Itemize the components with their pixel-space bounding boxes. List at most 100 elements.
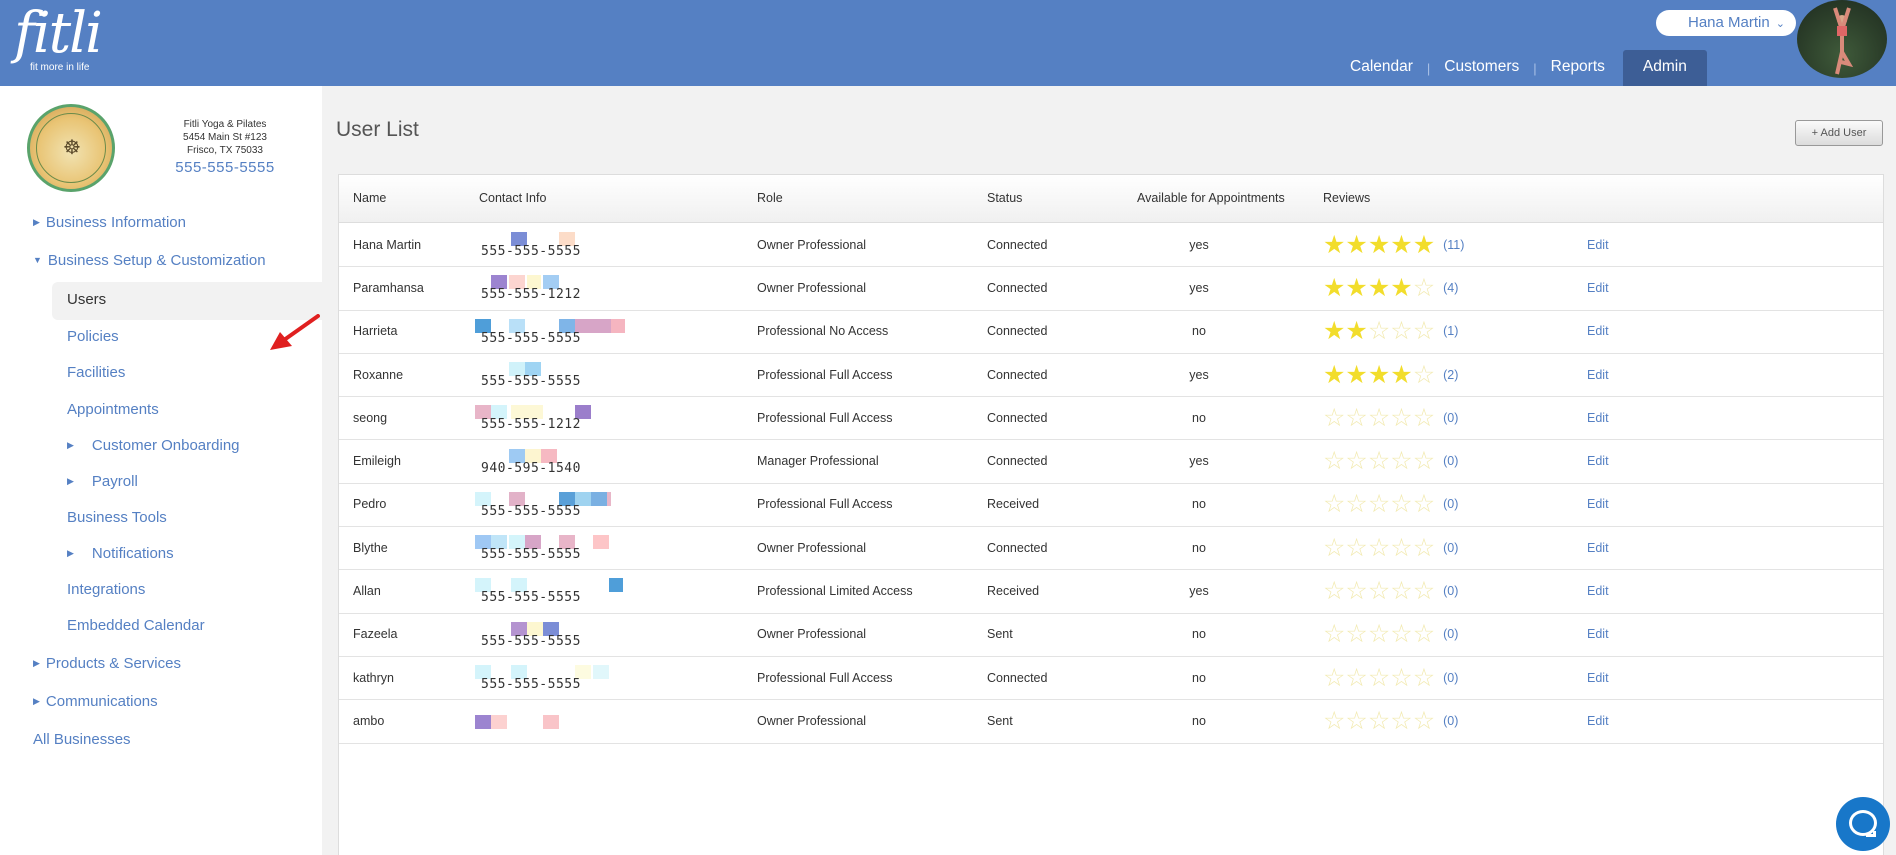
user-name-cell: Pedro	[353, 497, 387, 512]
reviews-cell[interactable]: ☆☆☆☆☆ (0)	[1323, 405, 1458, 431]
table-row[interactable]: Paramhansa 555-555-1212 Owner Professional…	[339, 267, 1883, 311]
business-name: Fitli Yoga & Pilates	[183, 119, 267, 130]
fitli-logo[interactable]: fitli fit more in life	[14, 1, 103, 74]
reviews-cell[interactable]: ★★★★☆ (4)	[1323, 275, 1458, 301]
sidebar-item-business-tools[interactable]: Business Tools	[67, 509, 167, 526]
review-count[interactable]: (11)	[1443, 238, 1464, 252]
table-row[interactable]: Harrieta 555-555-5555 Professional No Acce…	[339, 311, 1883, 354]
edit-link[interactable]: Edit	[1587, 238, 1609, 252]
review-count[interactable]: (0)	[1443, 541, 1458, 555]
logo-text: fitli	[14, 1, 103, 66]
sidebar-item-products-services[interactable]: ▶ Products & Services	[33, 655, 181, 672]
sidebar-item-business-setup[interactable]: ▼ Business Setup & Customization	[33, 252, 266, 269]
review-count[interactable]: (4)	[1443, 281, 1458, 295]
role-cell: Owner Professional	[757, 627, 867, 642]
star-icon: ★	[1323, 273, 1346, 302]
nav-customers[interactable]: Customers	[1436, 50, 1527, 86]
sidebar-item-appointments[interactable]: Appointments	[67, 401, 159, 418]
table-row[interactable]: Hana Martin 555-555-5555 Owner Professiona…	[339, 224, 1883, 268]
contact-phone: 555-555-5555	[481, 244, 581, 259]
edit-link[interactable]: Edit	[1587, 584, 1609, 598]
main-content: User List + Add User Name Contact Info R…	[322, 86, 1896, 855]
reviews-cell[interactable]: ☆☆☆☆☆ (0)	[1323, 535, 1458, 561]
redaction-block	[607, 491, 611, 506]
reviews-cell[interactable]: ☆☆☆☆☆ (0)	[1323, 665, 1458, 691]
edit-link[interactable]: Edit	[1587, 627, 1609, 641]
edit-link[interactable]: Edit	[1587, 324, 1609, 338]
business-phone[interactable]: 555-555-5555	[150, 159, 300, 176]
sidebar-item-business-information[interactable]: ▶ Business Information	[33, 214, 186, 231]
sidebar-item-notifications[interactable]: ▶ Notifications	[67, 545, 174, 562]
edit-link[interactable]: Edit	[1587, 368, 1609, 382]
user-table: Name Contact Info Role Status Available …	[338, 174, 1884, 855]
user-name-cell: Harrieta	[353, 324, 398, 339]
reviews-cell[interactable]: ★★★★☆ (2)	[1323, 362, 1458, 388]
reviews-cell[interactable]: ☆☆☆☆☆ (0)	[1323, 491, 1458, 517]
edit-link[interactable]: Edit	[1587, 541, 1609, 555]
edit-link[interactable]: Edit	[1587, 714, 1609, 728]
star-icon: ★	[1345, 230, 1368, 259]
sidebar-item-communications[interactable]: ▶ Communications	[33, 693, 158, 710]
status-cell: Connected	[987, 540, 1048, 555]
review-count[interactable]: (1)	[1443, 324, 1458, 338]
review-count[interactable]: (0)	[1443, 671, 1458, 685]
review-count[interactable]: (0)	[1443, 454, 1458, 468]
reviews-cell[interactable]: ★★☆☆☆ (1)	[1323, 318, 1458, 344]
user-menu-button[interactable]: Hana Martin ⌄	[1656, 10, 1796, 36]
edit-link[interactable]: Edit	[1587, 411, 1609, 425]
table-row[interactable]: Fazeela 555-555-5555 Owner Professional Sen…	[339, 614, 1883, 657]
review-count[interactable]: (0)	[1443, 497, 1458, 511]
review-count[interactable]: (0)	[1443, 411, 1458, 425]
table-row[interactable]: kathryn 555-555-5555 Professional Full Acc…	[339, 657, 1883, 701]
chat-button[interactable]	[1836, 797, 1890, 851]
available-cell: yes	[1189, 280, 1209, 295]
edit-link[interactable]: Edit	[1587, 454, 1609, 468]
column-header-contact: Contact Info	[479, 191, 547, 205]
reviews-cell[interactable]: ☆☆☆☆☆ (0)	[1323, 578, 1458, 604]
table-header: Name Contact Info Role Status Available …	[339, 175, 1883, 223]
add-user-button[interactable]: + Add User	[1795, 120, 1883, 146]
reviews-cell[interactable]: ☆☆☆☆☆ (0)	[1323, 708, 1458, 734]
sidebar-item-policies[interactable]: Policies	[67, 328, 119, 345]
table-row[interactable]: Emileigh 940-595-1540 Manager Professional…	[339, 441, 1883, 484]
sidebar-item-payroll[interactable]: ▶ Payroll	[67, 473, 138, 490]
review-count[interactable]: (0)	[1443, 714, 1458, 728]
star-icon: ☆	[1345, 447, 1368, 476]
sidebar-item-all-businesses[interactable]: All Businesses	[33, 731, 131, 748]
caret-right-icon: ▶	[33, 696, 40, 706]
edit-link[interactable]: Edit	[1587, 671, 1609, 685]
reviews-cell[interactable]: ☆☆☆☆☆ (0)	[1323, 621, 1458, 647]
contact-phone: 555-555-5555	[481, 330, 581, 346]
table-row[interactable]: Blythe 555-555-5555 Owner Professional Conn…	[339, 527, 1883, 571]
reviews-cell[interactable]: ★★★★★ (11)	[1323, 232, 1464, 258]
sidebar-item-embedded-calendar[interactable]: Embedded Calendar	[67, 617, 205, 634]
sidebar-item-facilities[interactable]: Facilities	[67, 364, 125, 381]
star-icon: ☆	[1390, 577, 1413, 606]
review-count[interactable]: (0)	[1443, 584, 1458, 598]
star-icon: ☆	[1323, 663, 1346, 692]
table-row[interactable]: Allan 555-555-5555 Professional Limited Ac…	[339, 570, 1883, 614]
sidebar-item-customer-onboarding[interactable]: ▶ Customer Onboarding	[67, 437, 240, 454]
table-row[interactable]: seong 555-555-1212 Professional Full Acces…	[339, 397, 1883, 441]
review-count[interactable]: (2)	[1443, 368, 1458, 382]
available-cell: no	[1192, 713, 1206, 728]
caret-right-icon: ▶	[67, 476, 74, 486]
role-cell: Owner Professional	[757, 280, 867, 295]
table-row[interactable]: ambo Owner Professional Sent no ☆☆☆☆☆ (0) Edit	[339, 700, 1883, 744]
reviews-cell[interactable]: ☆☆☆☆☆ (0)	[1323, 448, 1458, 474]
redaction-block	[611, 318, 625, 333]
nav-reports[interactable]: Reports	[1543, 50, 1613, 86]
meditation-icon: ☸	[63, 137, 81, 159]
arrow-icon	[270, 314, 320, 350]
review-count[interactable]: (0)	[1443, 627, 1458, 641]
nav-calendar[interactable]: Calendar	[1342, 50, 1421, 86]
avatar[interactable]	[1797, 0, 1887, 78]
edit-link[interactable]: Edit	[1587, 497, 1609, 511]
nav-admin[interactable]: Admin	[1622, 50, 1707, 86]
redaction-block	[609, 578, 623, 593]
table-row[interactable]: Pedro 555-555-5555 Professional Full Acces…	[339, 484, 1883, 528]
edit-link[interactable]: Edit	[1587, 281, 1609, 295]
sidebar-item-integrations[interactable]: Integrations	[67, 581, 145, 598]
table-row[interactable]: Roxanne 555-555-5555 Professional Full Acc…	[339, 354, 1883, 398]
star-icon: ☆	[1367, 317, 1391, 346]
